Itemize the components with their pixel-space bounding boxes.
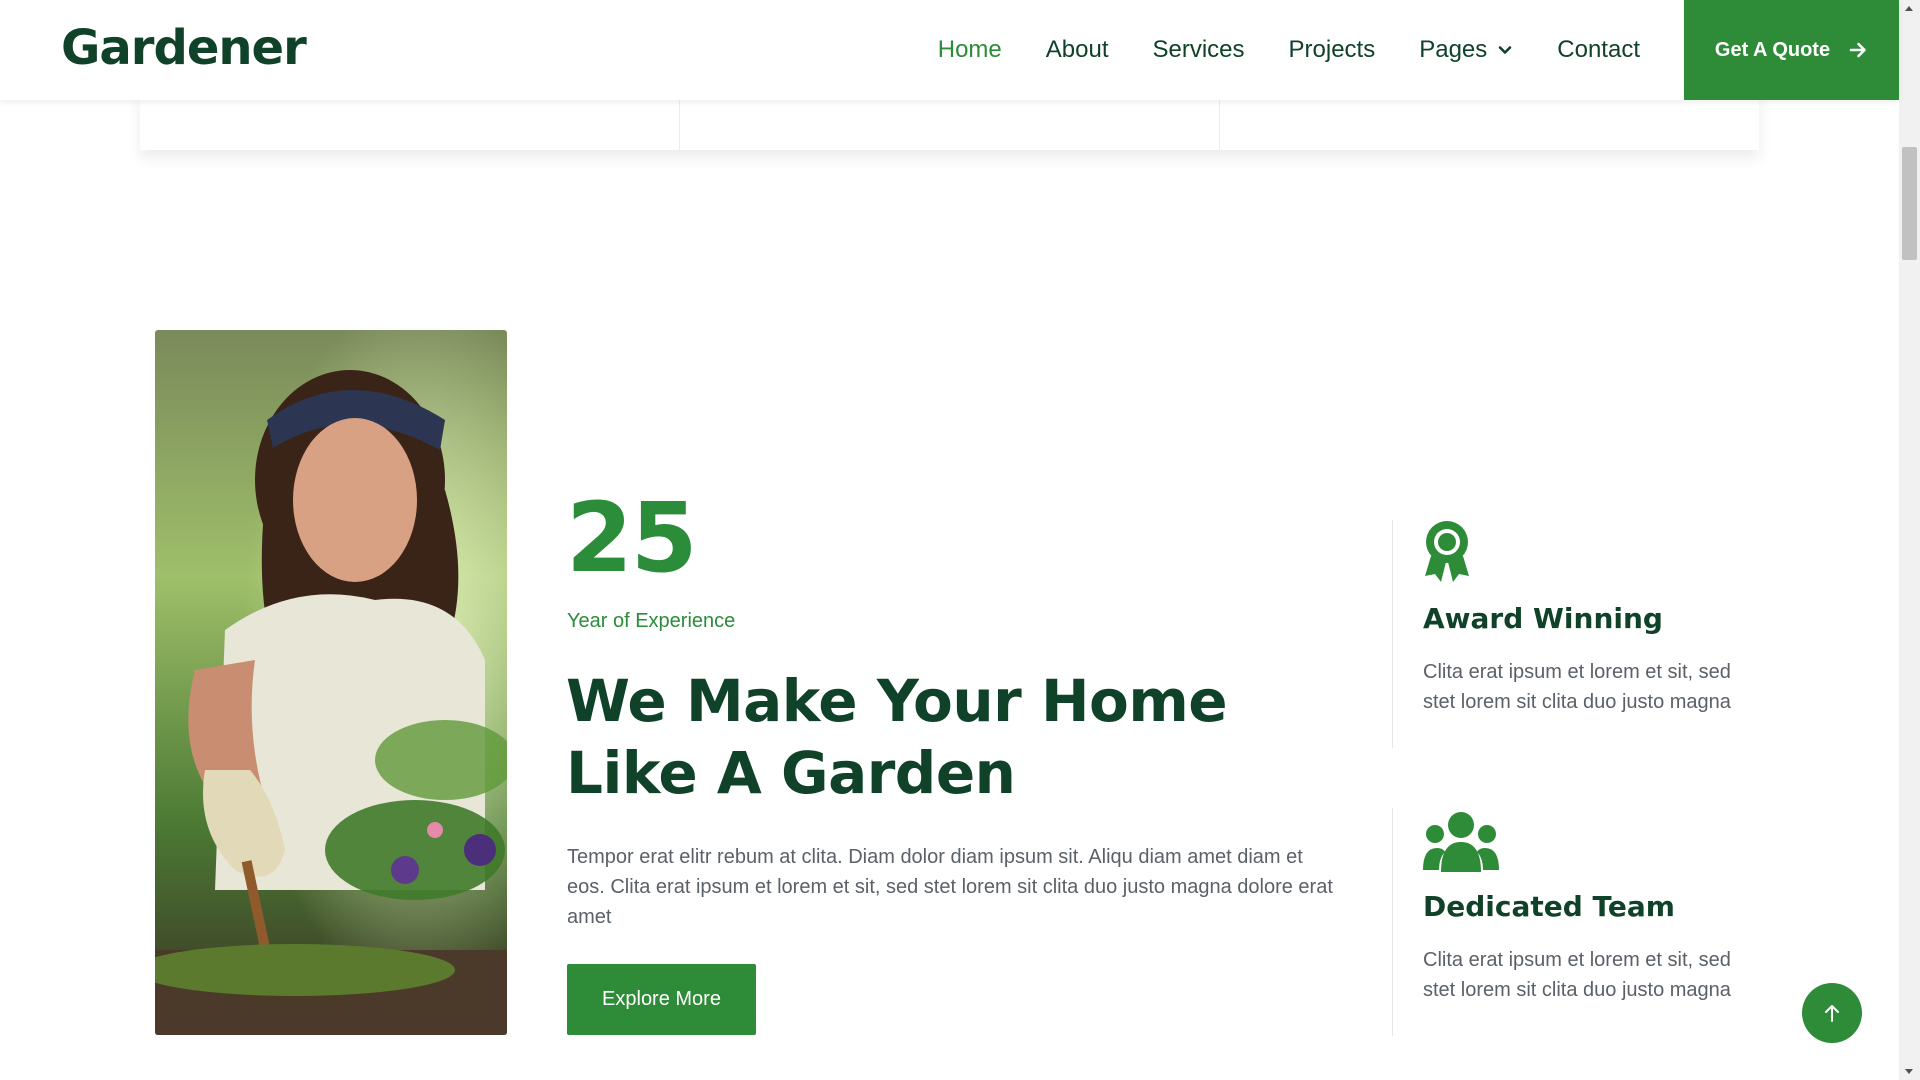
brand-logo[interactable]: Gardener [61,20,307,76]
gardening-photo-image [155,330,507,1035]
nav-item-services[interactable]: Services [1152,36,1244,64]
nav-item-label: About [1045,36,1109,63]
chevron-down-icon [1498,46,1512,54]
navbar: Gardener Home About Services Projects Pa… [0,0,1899,100]
arrow-up-icon [1825,1005,1839,1022]
section-headline: We Make Your Home Like A Garden [566,667,1228,807]
section-paragraph: Tempor erat elitr rebum at clita. Diam d… [567,846,1333,928]
nav-item-pages[interactable]: Pages [1419,36,1513,64]
scroll-down-arrow-icon[interactable] [1905,1069,1913,1074]
award-icon [1425,521,1469,582]
feature-dedicated-team: Dedicated Team Clita erat ipsum et lorem… [1392,808,1752,1036]
feature-title: Award Winning [1423,602,1663,635]
arrow-right-icon [1849,42,1866,58]
nav-item-label: Projects [1288,36,1376,63]
explore-more-button[interactable]: Explore More [567,964,756,1035]
nav-item-label: Services [1152,36,1245,63]
feature-title: Dedicated Team [1423,890,1675,923]
vertical-scrollbar[interactable] [1899,0,1920,1080]
feature-award-winning: Award Winning Clita erat ipsum et lorem … [1392,520,1752,748]
get-a-quote-button[interactable]: Get A Quote [1684,0,1899,100]
team-icon [1423,812,1499,872]
woman-gardening-photo [155,330,507,1035]
nav-item-label: Contact [1557,36,1640,63]
page: Gardener Home About Services Projects Pa… [0,0,1920,1080]
main-nav: Home About Services Projects Pages Conta… [894,0,1640,100]
experience-label: Year of Experience [567,610,736,632]
nav-item-about[interactable]: About [1046,36,1109,64]
feature-text: Clita erat ipsum et lorem et sit, sed st… [1423,661,1731,713]
experience-number: 25 [566,482,698,594]
feature-text: Clita erat ipsum et lorem et sit, sed st… [1423,949,1731,1001]
back-to-top-button[interactable] [1802,983,1862,1043]
scrollbar-thumb[interactable] [1902,147,1917,260]
nav-item-contact[interactable]: Contact [1557,36,1640,64]
nav-item-label: Pages [1419,36,1488,63]
scroll-up-arrow-icon[interactable] [1905,6,1913,11]
nav-item-projects[interactable]: Projects [1289,36,1376,64]
nav-item-home[interactable]: Home [938,36,1002,64]
get-a-quote-label: Get A Quote [1714,38,1831,61]
nav-item-label: Home [937,36,1002,63]
